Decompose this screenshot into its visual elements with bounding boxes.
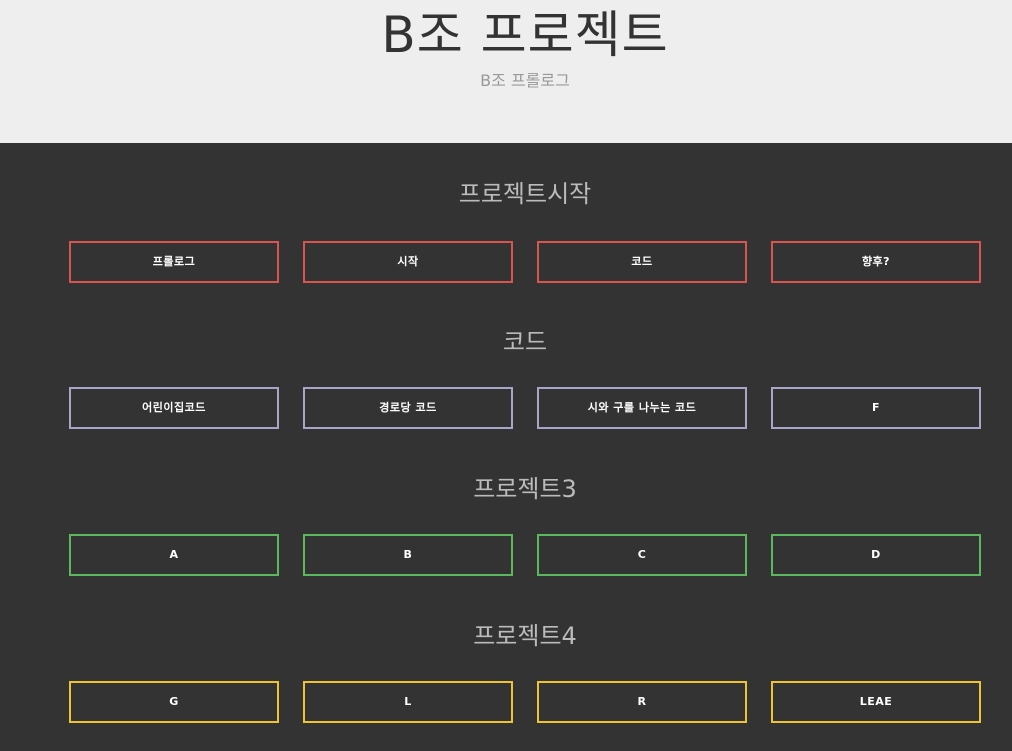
d-button[interactable]: D	[771, 534, 981, 576]
page-title: B조 프로젝트	[381, 6, 669, 64]
section-code: 코드 어린이집코드 경로당 코드 시와 구를 나누는 코드 F	[0, 290, 1012, 437]
f-button[interactable]: F	[771, 387, 981, 429]
l-button[interactable]: L	[303, 681, 513, 723]
button-row: 프롤로그 시작 코드 향후?	[0, 241, 1012, 283]
b-button[interactable]: B	[303, 534, 513, 576]
city-district-code-button[interactable]: 시와 구를 나누는 코드	[537, 387, 747, 429]
page-header: B조 프로젝트 B조 프롤로그	[0, 0, 1012, 143]
button-row: A B C D	[0, 534, 1012, 576]
future-button[interactable]: 향후?	[771, 241, 981, 283]
page-subtitle: B조 프롤로그	[480, 71, 570, 90]
section-title: 프로젝트시작	[458, 180, 592, 208]
leae-button[interactable]: LEAE	[771, 681, 981, 723]
section-title: 프로젝트4	[473, 622, 577, 650]
section-title: 코드	[502, 328, 548, 356]
code-button[interactable]: 코드	[537, 241, 747, 283]
prologue-button[interactable]: 프롤로그	[69, 241, 279, 283]
section-project-4: 프로젝트4 G L R LEAE	[0, 584, 1012, 731]
r-button[interactable]: R	[537, 681, 747, 723]
button-row: 어린이집코드 경로당 코드 시와 구를 나누는 코드 F	[0, 387, 1012, 429]
c-button[interactable]: C	[537, 534, 747, 576]
start-button[interactable]: 시작	[303, 241, 513, 283]
senior-center-code-button[interactable]: 경로당 코드	[303, 387, 513, 429]
section-project-3: 프로젝트3 A B C D	[0, 437, 1012, 584]
g-button[interactable]: G	[69, 681, 279, 723]
daycare-code-button[interactable]: 어린이집코드	[69, 387, 279, 429]
button-row: G L R LEAE	[0, 681, 1012, 723]
a-button[interactable]: A	[69, 534, 279, 576]
section-project-start: 프로젝트시작 프롤로그 시작 코드 향후?	[0, 143, 1012, 290]
section-title: 프로젝트3	[473, 475, 577, 503]
